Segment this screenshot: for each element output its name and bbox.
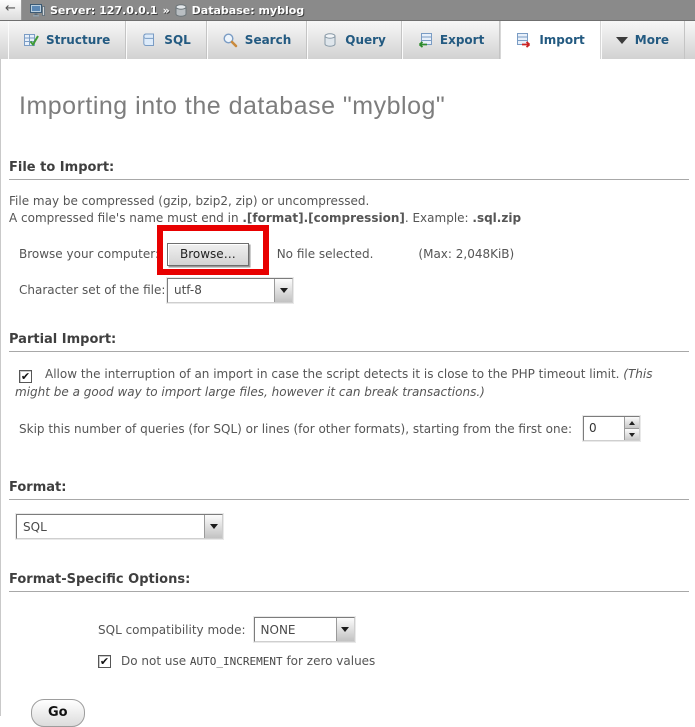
no-file-selected-text: No file selected. — [277, 247, 374, 261]
tab-label: Query — [345, 33, 386, 47]
go-button[interactable]: Go — [31, 699, 85, 727]
autoincrement-row: ✔ Do not use AUTO_INCREMENT for zero val… — [98, 654, 689, 668]
skip-spinner — [624, 417, 639, 440]
sql-compatibility-row: SQL compatibility mode: NONE — [98, 617, 689, 642]
compression-line2: A compressed file's name must end in .[f… — [9, 210, 689, 227]
spinner-down-icon[interactable] — [625, 428, 639, 440]
tab-import[interactable]: Import — [500, 21, 600, 59]
main-content: Importing into the database "myblog" Fil… — [0, 59, 695, 716]
timeout-option: ✔ Allow the interruption of an import in … — [15, 365, 691, 401]
tabbar: Structure SQL Search Query — [0, 20, 695, 59]
compression-info: File may be compressed (gzip, bzip2, zip… — [9, 193, 689, 227]
file-to-import-heading: File to Import: — [9, 160, 689, 180]
skip-queries-input[interactable]: 0 — [583, 416, 640, 441]
charset-dropdown-arrow-icon[interactable] — [274, 279, 292, 302]
format-heading: Format: — [9, 480, 689, 500]
more-chevron-icon — [616, 37, 628, 44]
sql-compatibility-label: SQL compatibility mode: — [98, 623, 246, 637]
structure-icon — [23, 32, 39, 48]
breadcrumb-separator: » — [163, 4, 170, 17]
topbar: ← Server: 127.0.0.1 » Database: myblog — [0, 0, 695, 20]
autoincrement-checkbox[interactable]: ✔ — [98, 655, 111, 668]
max-size-text: (Max: 2,048KiB) — [418, 247, 514, 261]
export-icon — [417, 32, 433, 48]
page-title: Importing into the database "myblog" — [9, 59, 689, 121]
format-value: SQL — [17, 520, 204, 534]
browse-button[interactable]: Browse… — [167, 243, 249, 266]
back-arrow-icon[interactable]: ← — [0, 0, 22, 20]
charset-value: utf-8 — [168, 283, 274, 297]
partial-import-heading: Partial Import: — [9, 332, 689, 352]
browse-label: Browse your computer: — [19, 247, 167, 261]
autoincrement-text: Do not use AUTO_INCREMENT for zero value… — [121, 654, 375, 668]
tab-label: SQL — [164, 33, 191, 47]
compression-format-pattern: .[format].[compression] — [242, 211, 404, 225]
charset-row: Character set of the file: utf-8 — [19, 277, 689, 303]
compression-example: .sql.zip — [472, 211, 521, 225]
tab-label: Import — [539, 33, 584, 47]
tab-label: More — [635, 33, 669, 47]
sql-icon — [141, 32, 157, 48]
server-icon — [30, 4, 45, 17]
tab-structure[interactable]: Structure — [8, 21, 126, 59]
charset-select[interactable]: utf-8 — [167, 278, 293, 303]
charset-label: Character set of the file: — [19, 283, 167, 297]
autoinc-prefix: Do not use — [121, 654, 190, 668]
autoinc-suffix: for zero values — [283, 654, 376, 668]
autoinc-code: AUTO_INCREMENT — [190, 655, 283, 668]
compat-dropdown-arrow-icon[interactable] — [336, 618, 354, 641]
compression-line2-mid: . Example: — [405, 211, 473, 225]
timeout-checkbox[interactable]: ✔ — [19, 370, 32, 383]
tab-query[interactable]: Query — [307, 21, 402, 59]
tab-label: Search — [245, 33, 291, 47]
compression-line2-prefix: A compressed file's name must end in — [9, 211, 242, 225]
format-specific-options-heading: Format-Specific Options: — [9, 572, 689, 592]
breadcrumb-database[interactable]: Database: myblog — [192, 4, 304, 17]
browse-row: Browse your computer: Browse… No file se… — [19, 241, 689, 267]
breadcrumb: Server: 127.0.0.1 » Database: myblog — [30, 4, 304, 17]
search-icon — [222, 32, 238, 48]
timeout-text: Allow the interruption of an import in c… — [45, 367, 623, 381]
sql-compatibility-select[interactable]: NONE — [254, 617, 355, 642]
skip-label: Skip this number of queries (for SQL) or… — [19, 422, 572, 436]
format-dropdown-arrow-icon[interactable] — [204, 515, 222, 538]
query-icon — [322, 32, 338, 48]
sql-compatibility-value: NONE — [255, 623, 336, 637]
skip-row: Skip this number of queries (for SQL) or… — [19, 416, 689, 441]
spinner-up-icon[interactable] — [625, 417, 639, 428]
tab-search[interactable]: Search — [207, 21, 307, 59]
import-icon — [516, 32, 532, 48]
skip-queries-value: 0 — [584, 417, 624, 440]
tab-export[interactable]: Export — [402, 21, 500, 59]
tab-label: Export — [440, 33, 484, 47]
tab-sql[interactable]: SQL — [126, 21, 207, 59]
breadcrumb-server[interactable]: Server: 127.0.0.1 — [50, 4, 158, 17]
tab-label: Structure — [46, 33, 110, 47]
format-select[interactable]: SQL — [16, 514, 223, 539]
database-icon — [175, 4, 187, 17]
tab-more[interactable]: More — [601, 21, 685, 59]
compression-line1: File may be compressed (gzip, bzip2, zip… — [9, 193, 689, 210]
